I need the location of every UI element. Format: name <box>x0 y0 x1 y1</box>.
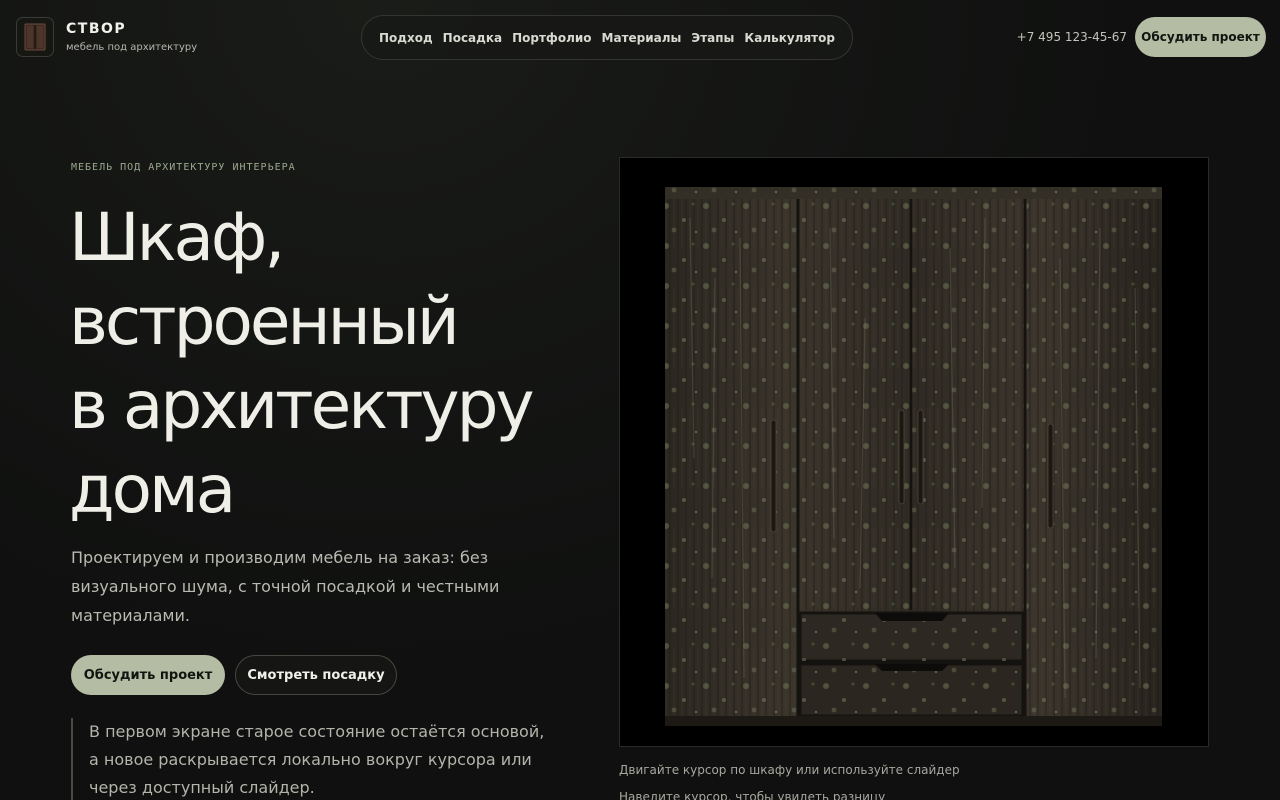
header-discuss-button[interactable]: Обсудить проект <box>1135 17 1266 57</box>
old-wardrobe-image <box>665 187 1162 726</box>
nav-item-kalkulyator[interactable]: Калькулятор <box>744 31 835 45</box>
hero-title-line: встроенный <box>69 283 460 360</box>
main-nav: Подход Посадка Портфолио Материалы Этапы… <box>361 15 853 60</box>
phone-link[interactable]: +7 495 123-45-67 <box>1017 30 1127 44</box>
discuss-project-button[interactable]: Обсудить проект <box>71 655 225 695</box>
nav-item-posadka[interactable]: Посадка <box>443 31 502 45</box>
hero-note: В первом экране старое состояние остаётс… <box>71 718 551 800</box>
nav-item-etapy[interactable]: Этапы <box>691 31 734 45</box>
view-fit-button[interactable]: Смотреть посадку <box>235 655 397 695</box>
hero-title-line: Шкаф, <box>69 199 285 276</box>
wardrobe-logo-icon <box>24 23 46 51</box>
nav-item-portfolio[interactable]: Портфолио <box>512 31 591 45</box>
brand-tagline: мебель под архитектуру <box>66 42 198 53</box>
hero-subtitle: Проектируем и производим мебель на заказ… <box>71 548 500 625</box>
hero-title: Шкаф, встроенный в архитектуру дома <box>69 196 589 532</box>
visual-hint-primary: Двигайте курсор по шкафу или используйте… <box>619 763 960 777</box>
brand-logo[interactable] <box>16 17 54 57</box>
brand-name[interactable]: СТВОР <box>66 21 126 37</box>
nav-item-podkhod[interactable]: Подход <box>379 31 433 45</box>
hero-title-line: дома <box>69 451 236 528</box>
nav-item-materialy[interactable]: Материалы <box>602 31 682 45</box>
visual-hint-secondary: Наведите курсор, чтобы увидеть разницу <box>619 790 886 800</box>
hero-eyebrow: МЕБЕЛЬ ПОД АРХИТЕКТУРУ ИНТЕРЬЕРА <box>71 162 296 173</box>
hero-title-line: в архитектуру <box>69 367 535 444</box>
wardrobe-compare-viewer[interactable] <box>619 157 1209 747</box>
